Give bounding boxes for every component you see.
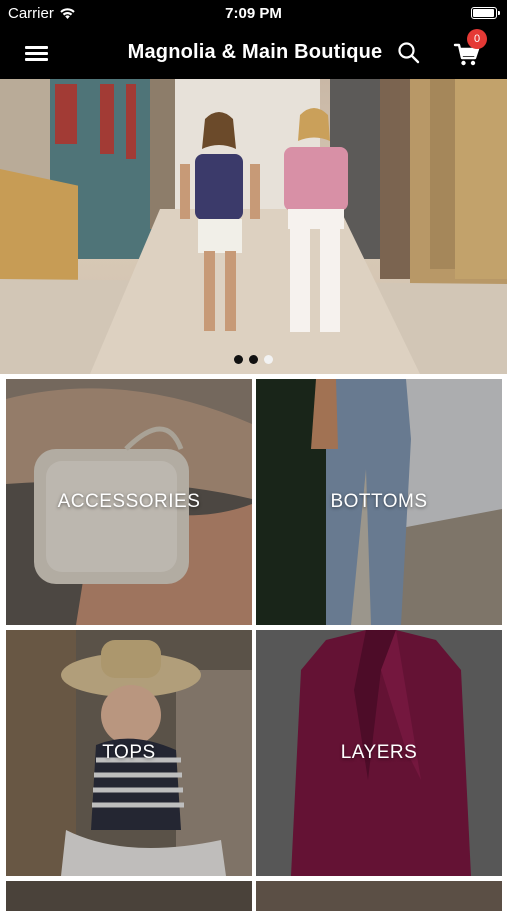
cart-button[interactable]: 0 [453,29,487,69]
menu-icon[interactable] [22,40,52,66]
category-tile-partial[interactable] [6,881,252,911]
navigation-bar: Magnolia & Main Boutique 0 [0,26,507,79]
category-label: TOPS [102,742,156,763]
category-tile-layers[interactable]: LAYERS [256,630,502,876]
hero-carousel[interactable] [0,79,507,374]
status-bar: Carrier 7:09 PM [0,0,507,26]
category-label: ACCESSORIES [57,491,201,512]
category-label: LAYERS [340,742,418,763]
category-label: BOTTOMS [330,491,428,512]
category-grid: ACCESSORIES BOTTOMS TOPS LAYERS [6,379,502,911]
category-tile-accessories[interactable]: ACCESSORIES [6,379,252,625]
search-icon[interactable] [396,40,422,66]
battery-icon [471,7,500,19]
cart-count-badge: 0 [467,29,487,49]
app-title: Magnolia & Main Boutique [127,41,383,63]
carousel-dot[interactable] [249,355,258,364]
category-tile-bottoms[interactable]: BOTTOMS [256,379,502,625]
status-time: 7:09 PM [225,5,282,22]
battery-level-fill [473,9,494,17]
hero-image [0,79,507,374]
carousel-pagination [0,355,507,364]
carousel-dot-active[interactable] [264,355,273,364]
category-tile-partial[interactable] [256,881,502,911]
carousel-dot[interactable] [234,355,243,364]
category-tile-tops[interactable]: TOPS [6,630,252,876]
